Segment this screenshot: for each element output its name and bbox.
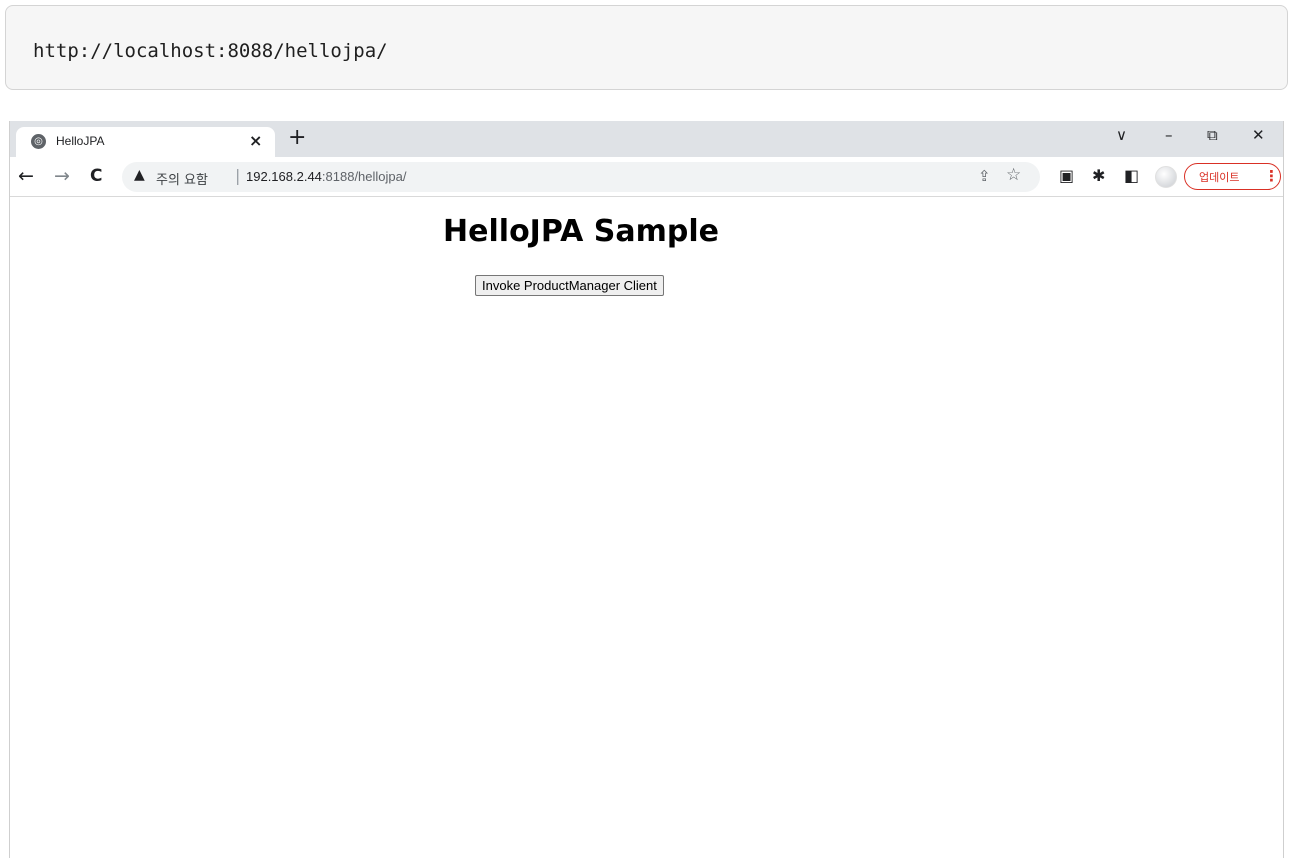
back-button[interactable]: ← [18,165,34,187]
address-bar[interactable]: ▲ 주의 요함 | 192.168.2.44:8188/hellojpa/ ⇪ … [122,162,1040,192]
code-url-text: http://localhost:8088/hellojpa/ [33,40,388,62]
profile-avatar[interactable] [1155,166,1177,188]
warning-icon[interactable]: ▲ [134,167,145,183]
globe-icon: ◎ [31,134,46,149]
media-router-icon[interactable]: ▣ [1059,166,1074,185]
forward-button[interactable]: → [54,165,70,187]
url-host: 192.168.2.44 [246,169,322,184]
invoke-productmanager-button[interactable]: Invoke ProductManager Client [475,275,664,296]
browser-window: ◎ HelloJPA × + ∨ – ⧉ ✕ ← → C ▲ 주의 요함 | 1… [9,121,1284,858]
page-heading: HelloJPA Sample [443,214,719,249]
tab-strip: ◎ HelloJPA × + ∨ – ⧉ ✕ [10,121,1283,157]
side-panel-icon[interactable]: ◧ [1124,166,1139,185]
code-block: http://localhost:8088/hellojpa/ [5,5,1288,90]
extensions-puzzle-icon[interactable]: ✱ [1092,166,1105,185]
restore-button[interactable]: ⧉ [1207,126,1218,144]
tab-title: HelloJPA [56,134,105,148]
new-tab-button[interactable]: + [288,125,306,150]
omnibox-separator: | [235,166,241,185]
update-label: 업데이트 [1199,171,1240,184]
security-status[interactable]: 주의 요함 [156,169,208,188]
url-path: :8188/hellojpa/ [321,169,407,184]
page-viewport: HelloJPA Sample Invoke ProductManager Cl… [10,198,1283,858]
browser-toolbar: ← → C ▲ 주의 요함 | 192.168.2.44:8188/helloj… [10,157,1283,197]
close-window-button[interactable]: ✕ [1252,126,1265,144]
kebab-menu-icon[interactable]: ⋮ [1264,167,1279,185]
minimize-button[interactable]: – [1165,126,1173,144]
tab-hellojpa[interactable]: ◎ HelloJPA × [16,127,275,157]
update-button[interactable]: 업데이트 ⋮ [1184,163,1281,190]
share-icon[interactable]: ⇪ [978,167,991,185]
tab-search-icon[interactable]: ∨ [1116,126,1127,144]
reload-button[interactable]: C [90,166,102,186]
bookmark-star-icon[interactable]: ☆ [1006,165,1021,185]
tab-close-icon[interactable]: × [249,131,262,150]
url-text[interactable]: 192.168.2.44:8188/hellojpa/ [246,169,406,184]
